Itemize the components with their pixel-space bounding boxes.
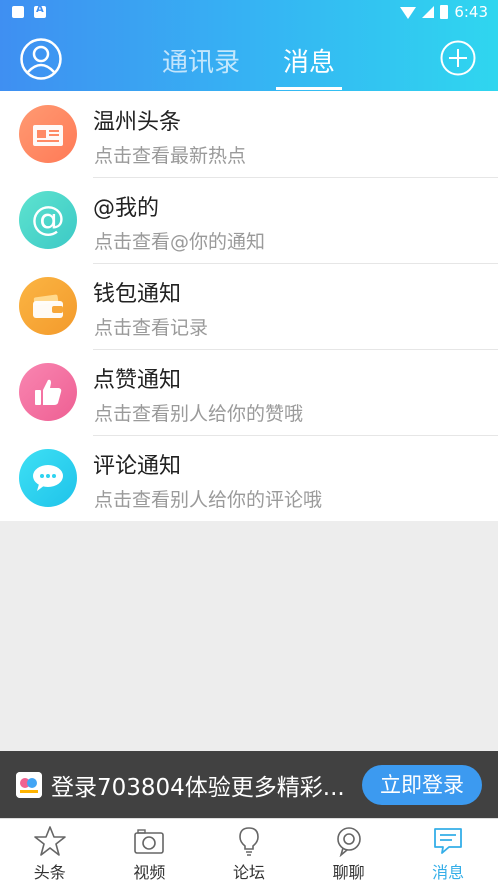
newspaper-icon <box>19 105 77 163</box>
comment-icon <box>19 449 77 507</box>
profile-icon[interactable] <box>20 38 62 80</box>
list-item-title: 评论通知 <box>93 454 182 479</box>
tab-headlines[interactable]: 头条 <box>0 819 100 884</box>
battery-icon <box>440 5 449 19</box>
tab-label: 头条 <box>33 863 66 882</box>
list-item-subtitle: 点击查看别人给你的评论哦 <box>94 489 323 511</box>
list-item-wenzhou-news[interactable]: 温州头条 点击查看最新热点 <box>0 91 498 177</box>
list-item-subtitle: 点击查看记录 <box>94 317 209 339</box>
bottom-tab-bar: 头条 视频 论坛 聊聊 消息 <box>0 818 498 884</box>
app-logo-icon <box>16 772 42 798</box>
notification-icon <box>12 6 24 18</box>
message-list: 温州头条 点击查看最新热点 @ @我的 点击查看@你的通知 钱包通知 点击查看记… <box>0 91 498 521</box>
status-time: 6:43 <box>454 3 488 21</box>
active-tab-indicator <box>276 87 342 90</box>
top-bar: 6:43 通讯录 消息 <box>0 0 498 91</box>
chat-bubble-icon <box>336 827 361 857</box>
at-icon: @ <box>19 191 77 249</box>
tab-contacts[interactable]: 通讯录 <box>162 42 240 79</box>
list-item-title: 温州头条 <box>93 110 182 135</box>
tab-label: 视频 <box>133 863 166 882</box>
login-banner: 登录703804体验更多精彩... 立即登录 <box>0 751 498 818</box>
tab-label: 消息 <box>432 863 465 882</box>
list-item-likes[interactable]: 点赞通知 点击查看别人给你的赞哦 <box>0 349 498 435</box>
list-item-subtitle: 点击查看@你的通知 <box>94 231 266 253</box>
tab-messages-bottom[interactable]: 消息 <box>398 819 498 884</box>
tab-video[interactable]: 视频 <box>100 819 200 884</box>
tab-messages[interactable]: 消息 <box>283 42 335 79</box>
list-item-title: 点赞通知 <box>93 368 182 393</box>
list-item-subtitle: 点击查看别人给你的赞哦 <box>94 403 304 425</box>
list-item-title: @我的 <box>93 196 160 221</box>
svg-text:@: @ <box>31 203 65 237</box>
tab-label: 聊聊 <box>332 863 365 882</box>
list-item-subtitle: 点击查看最新热点 <box>94 145 247 167</box>
list-item-mentions[interactable]: @ @我的 点击查看@你的通知 <box>0 177 498 263</box>
tab-label: 论坛 <box>232 863 265 882</box>
lightbulb-icon <box>239 827 259 856</box>
list-item-title: 钱包通知 <box>93 282 182 307</box>
thumbs-up-icon <box>19 363 77 421</box>
header-nav: 通讯录 消息 <box>0 26 498 91</box>
signal-icon <box>422 6 435 18</box>
notification-icons <box>12 4 46 18</box>
wallet-icon <box>19 277 77 335</box>
plus-circle-icon[interactable] <box>440 40 476 76</box>
app-notification-icon <box>34 4 46 18</box>
banner-text: 登录703804体验更多精彩... <box>51 775 345 801</box>
wifi-icon <box>400 7 417 19</box>
message-icon <box>434 828 463 854</box>
tab-chat[interactable]: 聊聊 <box>299 819 399 884</box>
camera-icon <box>134 829 165 854</box>
login-now-button[interactable]: 立即登录 <box>362 765 482 805</box>
list-item-comments[interactable]: 评论通知 点击查看别人给你的评论哦 <box>0 435 498 521</box>
tab-forum[interactable]: 论坛 <box>199 819 299 884</box>
star-icon <box>33 826 66 856</box>
list-item-wallet[interactable]: 钱包通知 点击查看记录 <box>0 263 498 349</box>
status-bar: 6:43 <box>0 0 498 26</box>
